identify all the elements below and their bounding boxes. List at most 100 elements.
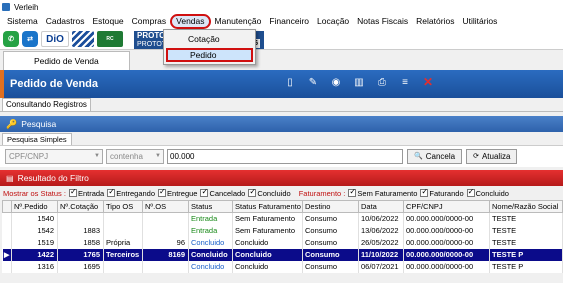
- cell-nome: TESTE P: [489, 248, 563, 261]
- column-header[interactable]: CPF/CNPJ: [403, 200, 490, 213]
- dropdown-item-pedido[interactable]: Pedido: [166, 48, 253, 62]
- menu-financeiro[interactable]: Financeiro: [265, 14, 313, 29]
- refresh-icon: ⟳: [473, 153, 479, 160]
- column-header[interactable]: Status: [188, 200, 233, 213]
- row-indicator: [2, 224, 12, 237]
- cell-fat: Sem Faturamento: [232, 212, 303, 225]
- cell-fat: Concluido: [232, 248, 303, 261]
- cell-status: Concluido: [188, 260, 233, 273]
- menu-manutencao[interactable]: Manutenção: [211, 14, 266, 29]
- chevron-down-icon: ▼: [94, 153, 100, 159]
- billing-checkbox-label: Faturando: [429, 188, 464, 198]
- dropdown-item-cotacao[interactable]: Cotação: [166, 32, 253, 46]
- status-filter-label: Mostrar os Status :: [3, 188, 66, 198]
- menu-lines-icon[interactable]: ≡: [398, 75, 412, 89]
- cell-cpf: 00.000.000/0000-00: [403, 224, 490, 237]
- edit-pencil-icon[interactable]: ✎: [306, 75, 320, 89]
- cell-pedido: 1540: [11, 212, 58, 225]
- results-table: Nº.Pedido Nº.Cotação Tipo OS Nº.OS Status Sta…: [2, 200, 563, 273]
- table-row[interactable]: 1542 1883 Entrada Sem Faturamento Consumo 13/…: [2, 224, 563, 237]
- search-section-title: Pesquisa: [21, 119, 57, 129]
- status-checkbox[interactable]: [158, 187, 167, 197]
- delete-trash-icon[interactable]: ▥: [352, 75, 366, 89]
- table-row[interactable]: 1540 Entrada Sem Faturamento Consumo 10/06/2…: [2, 212, 563, 225]
- cell-data: 13/06/2022: [358, 224, 404, 237]
- status-checkbox[interactable]: [107, 187, 116, 197]
- new-document-icon[interactable]: ▯: [283, 75, 297, 89]
- column-header[interactable]: Status Faturamento: [232, 200, 303, 213]
- menu-estoque[interactable]: Estoque: [88, 14, 127, 29]
- quick-toolbar: ✆ ⇄ DiO RC PROTO PROTOT 01-36: [0, 29, 563, 50]
- column-header[interactable]: Nome/Razão Social: [489, 200, 563, 213]
- menu-utilitarios[interactable]: Utilitários: [458, 14, 501, 29]
- cell-destino: Consumo: [302, 212, 359, 225]
- cell-tipo: Terceiros: [103, 248, 143, 261]
- search-input[interactable]: [167, 149, 403, 164]
- column-header[interactable]: Nº.Pedido: [11, 200, 58, 213]
- billing-checkbox[interactable]: [420, 187, 429, 197]
- row-indicator: [2, 212, 12, 225]
- consult-tabs: Consultando Registros: [0, 98, 563, 112]
- cancel-button[interactable]: 🔍 Cancela: [407, 149, 463, 164]
- tab-pedido-de-venda[interactable]: Pedido de Venda: [3, 51, 130, 70]
- menu-relatorios[interactable]: Relatórios: [412, 14, 458, 29]
- column-header[interactable]: Tipo OS: [103, 200, 143, 213]
- menu-cadastros[interactable]: Cadastros: [42, 14, 89, 29]
- tab-pesquisa-simples[interactable]: Pesquisa Simples: [2, 133, 72, 145]
- teamviewer-icon[interactable]: ⇄: [22, 31, 38, 47]
- menu-bar: Sistema Cadastros Estoque Compras Vendas Manu…: [0, 14, 563, 29]
- cell-os: [142, 224, 189, 237]
- dio-logo-icon[interactable]: DiO: [41, 31, 69, 47]
- table-row[interactable]: 1519 1858 Própria 96 Concluido Concluido Consu…: [2, 236, 563, 249]
- form-header: Pedido de Venda ▯ ✎ ◉ ▥ ⎙ ≡ ✕: [0, 70, 563, 98]
- cell-status: Entrada: [188, 212, 233, 225]
- status-checkbox-label: Entrada: [77, 188, 105, 198]
- table-row[interactable]: ▶ 1422 1765 Terceiros 8169 Concluido Concluido…: [2, 248, 563, 261]
- page-title: Pedido de Venda: [10, 78, 99, 90]
- cell-data: 10/06/2022: [358, 212, 404, 225]
- rc-logo-icon[interactable]: RC: [97, 31, 123, 47]
- menu-sistema[interactable]: Sistema: [3, 14, 42, 29]
- column-header[interactable]: Destino: [302, 200, 359, 213]
- cell-status: Concluido: [188, 248, 233, 261]
- cell-destino: Consumo: [302, 236, 359, 249]
- column-header[interactable]: Data: [358, 200, 404, 213]
- view-eye-icon[interactable]: ◉: [329, 75, 343, 89]
- field-select[interactable]: CPF/CNPJ ▼: [5, 149, 103, 164]
- row-indicator: [2, 260, 12, 273]
- cell-tipo: [103, 212, 143, 225]
- column-header[interactable]: Nº.OS: [142, 200, 189, 213]
- billing-checkbox[interactable]: [348, 187, 357, 197]
- cell-cotacao: 1695: [57, 260, 104, 273]
- billing-checkbox-label: Concluido: [475, 188, 509, 198]
- print-icon[interactable]: ⎙: [375, 75, 389, 89]
- stripe-logo-icon[interactable]: [72, 31, 94, 47]
- status-checkbox[interactable]: [200, 187, 209, 197]
- menu-vendas[interactable]: Vendas: [170, 14, 211, 29]
- column-header[interactable]: Nº.Cotação: [57, 200, 104, 213]
- cell-pedido: 1316: [11, 260, 58, 273]
- cell-destino: Consumo: [302, 260, 359, 273]
- cell-cotacao: 1858: [57, 236, 104, 249]
- window-title: Verleih: [14, 2, 39, 12]
- status-checkbox[interactable]: [248, 187, 257, 197]
- search-section-bar: 🔑 Pesquisa: [0, 116, 563, 132]
- table-row[interactable]: 1316 1695 Concluido Concluido Consumo 06/07/2…: [2, 260, 563, 273]
- menu-locacao[interactable]: Locação: [313, 14, 353, 29]
- vendas-dropdown-menu: Cotação Pedido: [163, 29, 256, 65]
- cell-nome: TESTE P: [489, 260, 563, 273]
- chevron-down-icon: ▼: [155, 153, 161, 159]
- billing-checkbox[interactable]: [466, 187, 475, 197]
- operator-select[interactable]: contenha ▼: [106, 149, 164, 164]
- refresh-button[interactable]: ⟳ Atualiza: [466, 149, 518, 164]
- row-pointer-icon: ▶: [2, 248, 12, 261]
- whatsapp-icon[interactable]: ✆: [3, 31, 19, 47]
- cell-destino: Consumo: [302, 224, 359, 237]
- document-tabs: Pedido de Venda: [0, 50, 563, 70]
- status-checkbox[interactable]: [68, 187, 77, 197]
- menu-notas-fiscais[interactable]: Notas Fiscais: [353, 14, 412, 29]
- menu-compras[interactable]: Compras: [128, 14, 170, 29]
- cell-cpf: 00.000.000/0000-00: [403, 260, 490, 273]
- close-icon[interactable]: ✕: [421, 75, 435, 89]
- tab-consultando-registros[interactable]: Consultando Registros: [2, 98, 91, 111]
